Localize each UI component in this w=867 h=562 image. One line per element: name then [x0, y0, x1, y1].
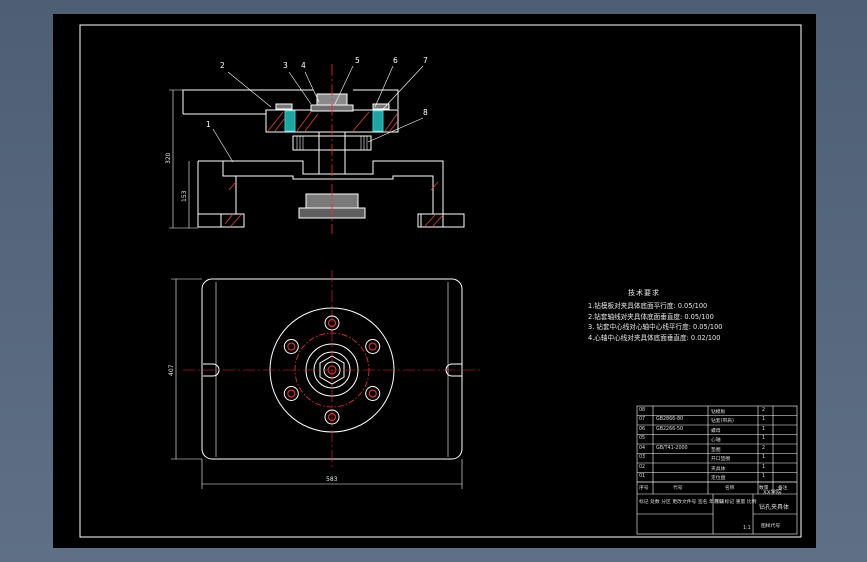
bolt-hole-inner — [368, 389, 377, 398]
callout-4: 4 — [301, 61, 306, 70]
tb-part-qty: 1 — [762, 455, 766, 460]
tb-part-no: 05 — [639, 436, 646, 441]
tb-part-code: GB2266-50 — [656, 426, 684, 432]
plan-view — [183, 270, 483, 470]
tb-school: XX学院 — [763, 490, 782, 496]
note-line: 4.心轴中心线对夹具体底面垂直度: 0.02/100 — [588, 333, 721, 342]
tb-part-name: 开口垫圈 — [711, 457, 731, 462]
tb-part-qty: 1 — [762, 426, 766, 432]
callout-1: 1 — [206, 120, 211, 129]
callout-7: 7 — [423, 56, 428, 65]
tb-designer-row: 标记 处数 分区 更改文件号 签名 年月日 — [639, 500, 724, 505]
tb-part-qty: 1 — [762, 464, 766, 470]
cad-drawing-canvas — [79, 24, 802, 538]
tb-part-no: 08 — [639, 407, 646, 413]
tb-part-name: 定位盘 — [711, 476, 726, 481]
tb-drawing-no: 图样代号 — [761, 524, 781, 529]
dim-plan-height: 407 — [168, 364, 175, 376]
bolt-hole — [283, 386, 299, 401]
tb-part-qty: 2 — [762, 445, 766, 451]
tb-part-no: 02 — [639, 464, 646, 470]
dim-front-sub-height: 153 — [181, 190, 188, 202]
tb-weight-label: 阶段标记 重量 比例 — [715, 500, 757, 505]
tb-part-qty: 1 — [762, 474, 766, 479]
bolt-hole — [365, 386, 381, 401]
tb-scale: 1:1 — [743, 526, 751, 531]
note-line: 1.钻模板对夹具体底面平行度: 0.05/100 — [588, 302, 708, 310]
inner-border — [79, 24, 802, 538]
tb-header-code: 代号 — [673, 486, 683, 491]
tb-part-name: 心轴 — [711, 438, 721, 443]
bolt-hole-inner — [287, 342, 296, 351]
plan-dimensions — [171, 278, 463, 489]
callout-6: 6 — [393, 56, 398, 65]
dim-front-height: 320 — [165, 152, 172, 164]
tb-part-code: GB/T41-2000 — [656, 445, 688, 451]
tb-part-name: 夹具体 — [711, 466, 726, 472]
dim-plan-width: 583 — [326, 476, 338, 483]
front-view — [169, 64, 465, 234]
bolt-hole — [365, 339, 381, 354]
tb-part-qty: 2 — [762, 407, 766, 413]
tb-part-no: 03 — [639, 455, 646, 460]
technical-requirements: 技术要求 1.钻模板对夹具体底面平行度: 0.05/100 2.钻套轴线对夹具体… — [588, 288, 803, 343]
tb-part-no: 07 — [639, 417, 646, 422]
tb-part-no: 04 — [639, 445, 646, 451]
tb-part-no: 06 — [639, 426, 646, 432]
note-line: 3. 钻套中心线对心轴中心线平行度: 0.05/100 — [588, 323, 723, 331]
tb-part-no: 01 — [639, 474, 646, 479]
notes-title: 技术要求 — [628, 289, 660, 297]
tb-part-name: 螺母 — [711, 428, 721, 434]
bolt-hole-inner — [368, 342, 377, 351]
drawing-frame: 2 3 4 5 6 7 8 1 320 153 407 583 技术要求 1.钻… — [53, 14, 816, 548]
tb-header-no: 序号 — [639, 486, 649, 491]
tb-part-name: 钻套(带肩) — [711, 419, 734, 424]
bolt-hole — [283, 339, 299, 354]
tb-part-code: GB2866-80 — [656, 417, 684, 422]
tb-part-name: 钻模板 — [711, 409, 726, 415]
callout-3: 3 — [283, 61, 288, 70]
tb-part-name: 垫圈 — [711, 447, 721, 453]
callout-2: 2 — [220, 61, 225, 70]
callout-5: 5 — [355, 56, 360, 65]
tb-title: 钻孔夹具体 — [759, 504, 790, 511]
tb-header-name: 名称 — [725, 486, 735, 491]
tb-part-qty: 1 — [762, 417, 766, 422]
tb-part-qty: 1 — [762, 436, 766, 441]
bolt-hole-inner — [287, 389, 296, 398]
callout-8: 8 — [423, 108, 428, 117]
note-line: 2.钻套轴线对夹具体底面垂直度: 0.05/100 — [588, 312, 714, 321]
